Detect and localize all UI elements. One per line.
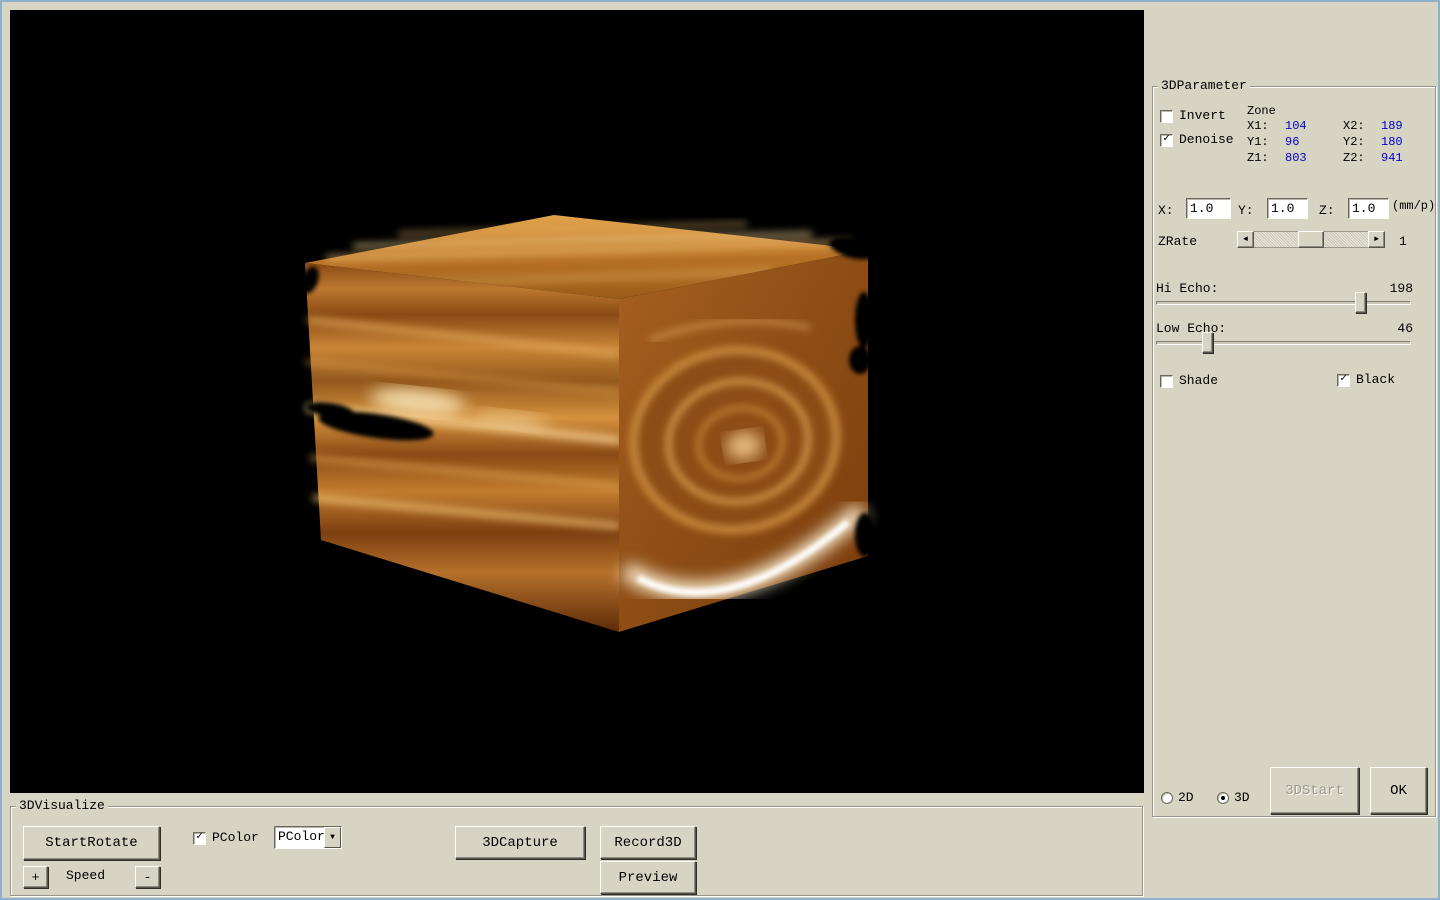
render-viewport[interactable] <box>10 10 1144 793</box>
hi-echo-slider-track[interactable] <box>1156 301 1411 305</box>
zrate-left-arrow[interactable]: ◄ <box>1237 231 1254 248</box>
invert-checkbox[interactable] <box>1160 110 1173 123</box>
low-echo-slider-track[interactable] <box>1156 341 1411 345</box>
black-checkbox[interactable]: ✓ <box>1337 374 1350 387</box>
arrow-right-icon: ► <box>1374 235 1379 244</box>
volume-render <box>10 10 1144 793</box>
arrow-left-icon: ◄ <box>1243 235 1248 244</box>
zrate-track[interactable] <box>1254 231 1368 248</box>
check-icon: ✓ <box>194 832 205 843</box>
visualize-group-title: 3DVisualize <box>16 798 108 813</box>
black-label: Black <box>1356 372 1395 387</box>
parameter-groupbox: 3DParameter Invert ✓ Denoise Zone X1: 10… <box>1152 86 1436 817</box>
denoise-checkbox[interactable]: ✓ <box>1160 134 1173 147</box>
z-scale-label: Z: <box>1319 203 1335 218</box>
zrate-value: 1 <box>1399 234 1407 249</box>
record-3d-button[interactable]: Record3D <box>600 826 696 859</box>
x-scale-label: X: <box>1158 203 1174 218</box>
zone-y2-label: Y2: <box>1343 135 1365 150</box>
zone-z1-label: Z1: <box>1247 151 1269 166</box>
low-echo-value: 46 <box>1381 321 1413 336</box>
zone-y1-label: Y1: <box>1247 135 1269 150</box>
zone-x2-value: 189 <box>1381 119 1403 134</box>
zone-y1-value: 96 <box>1285 135 1299 150</box>
speed-plus-button[interactable]: + <box>23 866 48 888</box>
mode-3d-label: 3D <box>1234 790 1250 805</box>
zrate-thumb[interactable] <box>1298 231 1324 248</box>
start-rotate-button[interactable]: StartRotate <box>23 826 160 860</box>
mode-2d-radio[interactable] <box>1161 792 1173 804</box>
x-scale-input[interactable] <box>1186 198 1231 219</box>
pcolor-label: PColor <box>212 830 259 845</box>
speed-minus-button[interactable]: - <box>135 866 160 888</box>
mode-2d-label: 2D <box>1178 790 1194 805</box>
parameter-group-title: 3DParameter <box>1158 78 1250 93</box>
zone-x2-label: X2: <box>1343 119 1365 134</box>
low-echo-slider-thumb[interactable] <box>1202 332 1213 353</box>
zone-title: Zone <box>1247 104 1276 119</box>
hi-echo-label: Hi Echo: <box>1156 281 1218 296</box>
zrate-scrollbar: ◄ ► <box>1237 231 1385 248</box>
denoise-label: Denoise <box>1179 132 1234 147</box>
y-scale-label: Y: <box>1238 203 1254 218</box>
zone-z2-value: 941 <box>1381 151 1403 166</box>
ok-button[interactable]: OK <box>1370 767 1427 814</box>
check-icon: ✓ <box>1338 374 1349 385</box>
dropdown-arrow-icon[interactable]: ▼ <box>324 827 341 848</box>
start3d-button[interactable]: 3DStart <box>1270 767 1359 814</box>
zone-z1-value: 803 <box>1285 151 1307 166</box>
check-icon: ✓ <box>1161 134 1172 145</box>
mode-3d-radio[interactable] <box>1217 792 1229 804</box>
zone-x1-label: X1: <box>1247 119 1269 134</box>
zone-y2-value: 180 <box>1381 135 1403 150</box>
speed-label: Speed <box>66 868 105 883</box>
shade-label: Shade <box>1179 373 1218 388</box>
zrate-label: ZRate <box>1158 234 1197 249</box>
hi-echo-slider-thumb[interactable] <box>1355 292 1366 313</box>
zrate-right-arrow[interactable]: ► <box>1368 231 1385 248</box>
zone-x1-value: 104 <box>1285 119 1307 134</box>
y-scale-input[interactable] <box>1267 198 1308 219</box>
pcolor-checkbox[interactable]: ✓ <box>193 832 206 845</box>
hi-echo-value: 198 <box>1381 281 1413 296</box>
app-window: 3DParameter Invert ✓ Denoise Zone X1: 10… <box>0 0 1440 900</box>
pcolor-combobox-value: PColor <box>275 827 324 848</box>
invert-label: Invert <box>1179 108 1226 123</box>
capture-3d-button[interactable]: 3DCapture <box>455 826 585 859</box>
zone-z2-label: Z2: <box>1343 151 1365 166</box>
visualize-groupbox: 3DVisualize StartRotate ✓ PColor PColor … <box>10 806 1143 896</box>
shade-checkbox[interactable] <box>1160 375 1173 388</box>
pcolor-combobox[interactable]: PColor ▼ <box>274 826 342 849</box>
preview-button[interactable]: Preview <box>600 861 696 894</box>
z-scale-input[interactable] <box>1348 198 1389 219</box>
low-echo-label: Low Echo: <box>1156 321 1226 336</box>
scale-unit-label: (mm/p) <box>1392 199 1435 214</box>
